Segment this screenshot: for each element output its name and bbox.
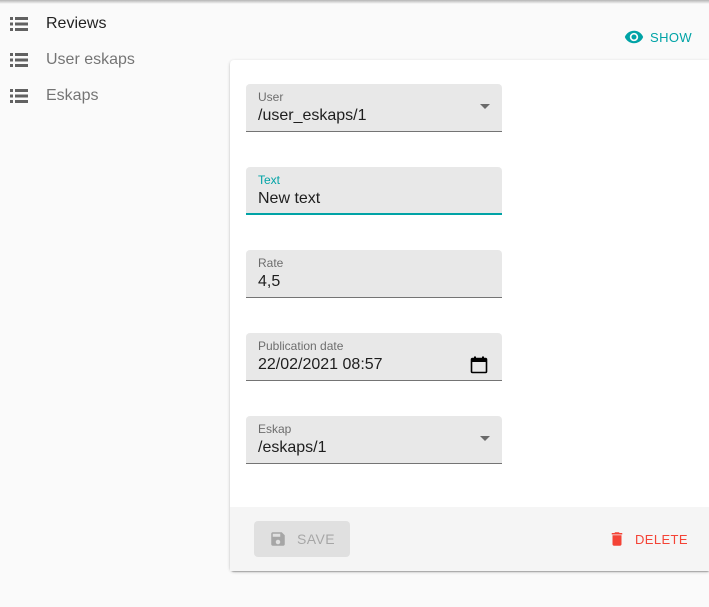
user-field-label: User <box>258 90 284 104</box>
list-icon <box>10 53 28 67</box>
list-icon <box>10 17 28 31</box>
rate-field-label: Rate <box>258 256 284 270</box>
user-select[interactable]: User /user_eskaps/1 <box>246 84 502 132</box>
eye-icon <box>624 27 644 47</box>
show-button[interactable]: SHOW <box>624 24 692 50</box>
delete-button[interactable]: DELETE <box>608 527 688 551</box>
show-button-label: SHOW <box>650 29 693 45</box>
dropdown-arrow-icon[interactable] <box>480 436 490 441</box>
sidebar-item-label: Reviews <box>46 15 107 32</box>
save-button[interactable]: SAVE <box>254 521 350 557</box>
eskap-field-label: Eskap <box>258 422 292 436</box>
trash-icon <box>608 530 626 548</box>
rate-field-value[interactable]: 4,5 <box>258 273 280 291</box>
form-toolbar: SAVE DELETE <box>230 507 709 571</box>
calendar-icon[interactable] <box>470 356 488 374</box>
text-input[interactable]: Text New text <box>246 167 502 215</box>
text-field-value[interactable]: New text <box>258 190 320 208</box>
sidebar-item-eskaps[interactable]: Eskaps <box>0 78 230 114</box>
sidebar: Reviews User eskaps Eskaps <box>0 6 230 114</box>
publication-date-field-label: Publication date <box>258 339 344 353</box>
user-field-value: /user_eskaps/1 <box>258 107 367 124</box>
save-button-label: SAVE <box>297 531 335 547</box>
list-icon <box>10 89 28 103</box>
text-field-label: Text <box>258 173 281 187</box>
edit-form-card: User /user_eskaps/1 Text New text Rate 4… <box>230 60 709 571</box>
publication-date-field-value[interactable]: 22/02/2021 08:57 <box>258 356 383 374</box>
eskap-field-value: /eskaps/1 <box>258 439 327 456</box>
dropdown-arrow-icon[interactable] <box>480 104 490 109</box>
sidebar-item-user-eskaps[interactable]: User eskaps <box>0 42 230 78</box>
app-bar-shadow <box>0 0 709 4</box>
publication-date-input[interactable]: Publication date 22/02/2021 08:57 <box>246 333 502 381</box>
rate-input[interactable]: Rate 4,5 <box>246 250 502 298</box>
floppy-icon <box>269 530 287 548</box>
sidebar-item-label: User eskaps <box>46 51 135 68</box>
sidebar-item-reviews[interactable]: Reviews <box>0 6 230 42</box>
delete-button-label: DELETE <box>635 531 688 547</box>
eskap-select[interactable]: Eskap /eskaps/1 <box>246 416 502 464</box>
sidebar-item-label: Eskaps <box>46 87 99 104</box>
